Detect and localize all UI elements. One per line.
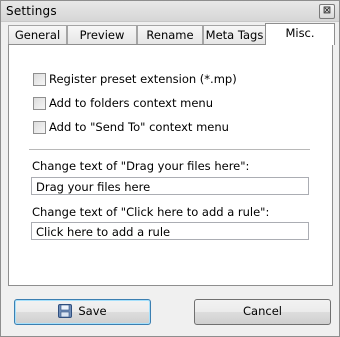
tab-general[interactable]: General [8,25,67,44]
title-bar: Settings ⊠ [1,1,339,22]
register-extension-label: Register preset extension (*.mp) [49,72,237,86]
folders-context-menu-checkbox[interactable] [33,97,46,110]
save-label: Save [78,304,107,318]
tab-preview[interactable]: Preview [67,25,137,44]
floppy-disk-icon [58,303,73,318]
settings-window: Settings ⊠ General Preview Rename Meta T… [0,0,340,337]
add-rule-text-input[interactable]: Click here to add a rule [31,222,309,240]
folders-context-menu-label: Add to folders context menu [49,96,214,110]
divider [29,149,310,150]
tab-strip: General Preview Rename Meta Tags Misc. [8,23,335,45]
window-title: Settings [6,4,57,18]
drag-text-label: Change text of "Drag your files here": [32,159,250,173]
tab-rename[interactable]: Rename [137,25,203,44]
tab-misc[interactable]: Misc. [265,23,335,45]
drag-text-input[interactable]: Drag your files here [31,177,309,195]
misc-panel: Register preset extension (*.mp) Add to … [8,44,333,286]
send-to-context-menu-checkbox[interactable] [33,121,46,134]
save-button[interactable]: Save [14,299,151,325]
cancel-button[interactable]: Cancel [194,299,331,325]
tab-meta-tags[interactable]: Meta Tags [203,25,266,44]
send-to-context-menu-label: Add to "Send To" context menu [49,120,229,134]
add-rule-text-label: Change text of "Click here to add a rule… [32,205,270,219]
register-extension-checkbox[interactable] [33,73,46,86]
close-icon[interactable]: ⊠ [319,4,335,19]
